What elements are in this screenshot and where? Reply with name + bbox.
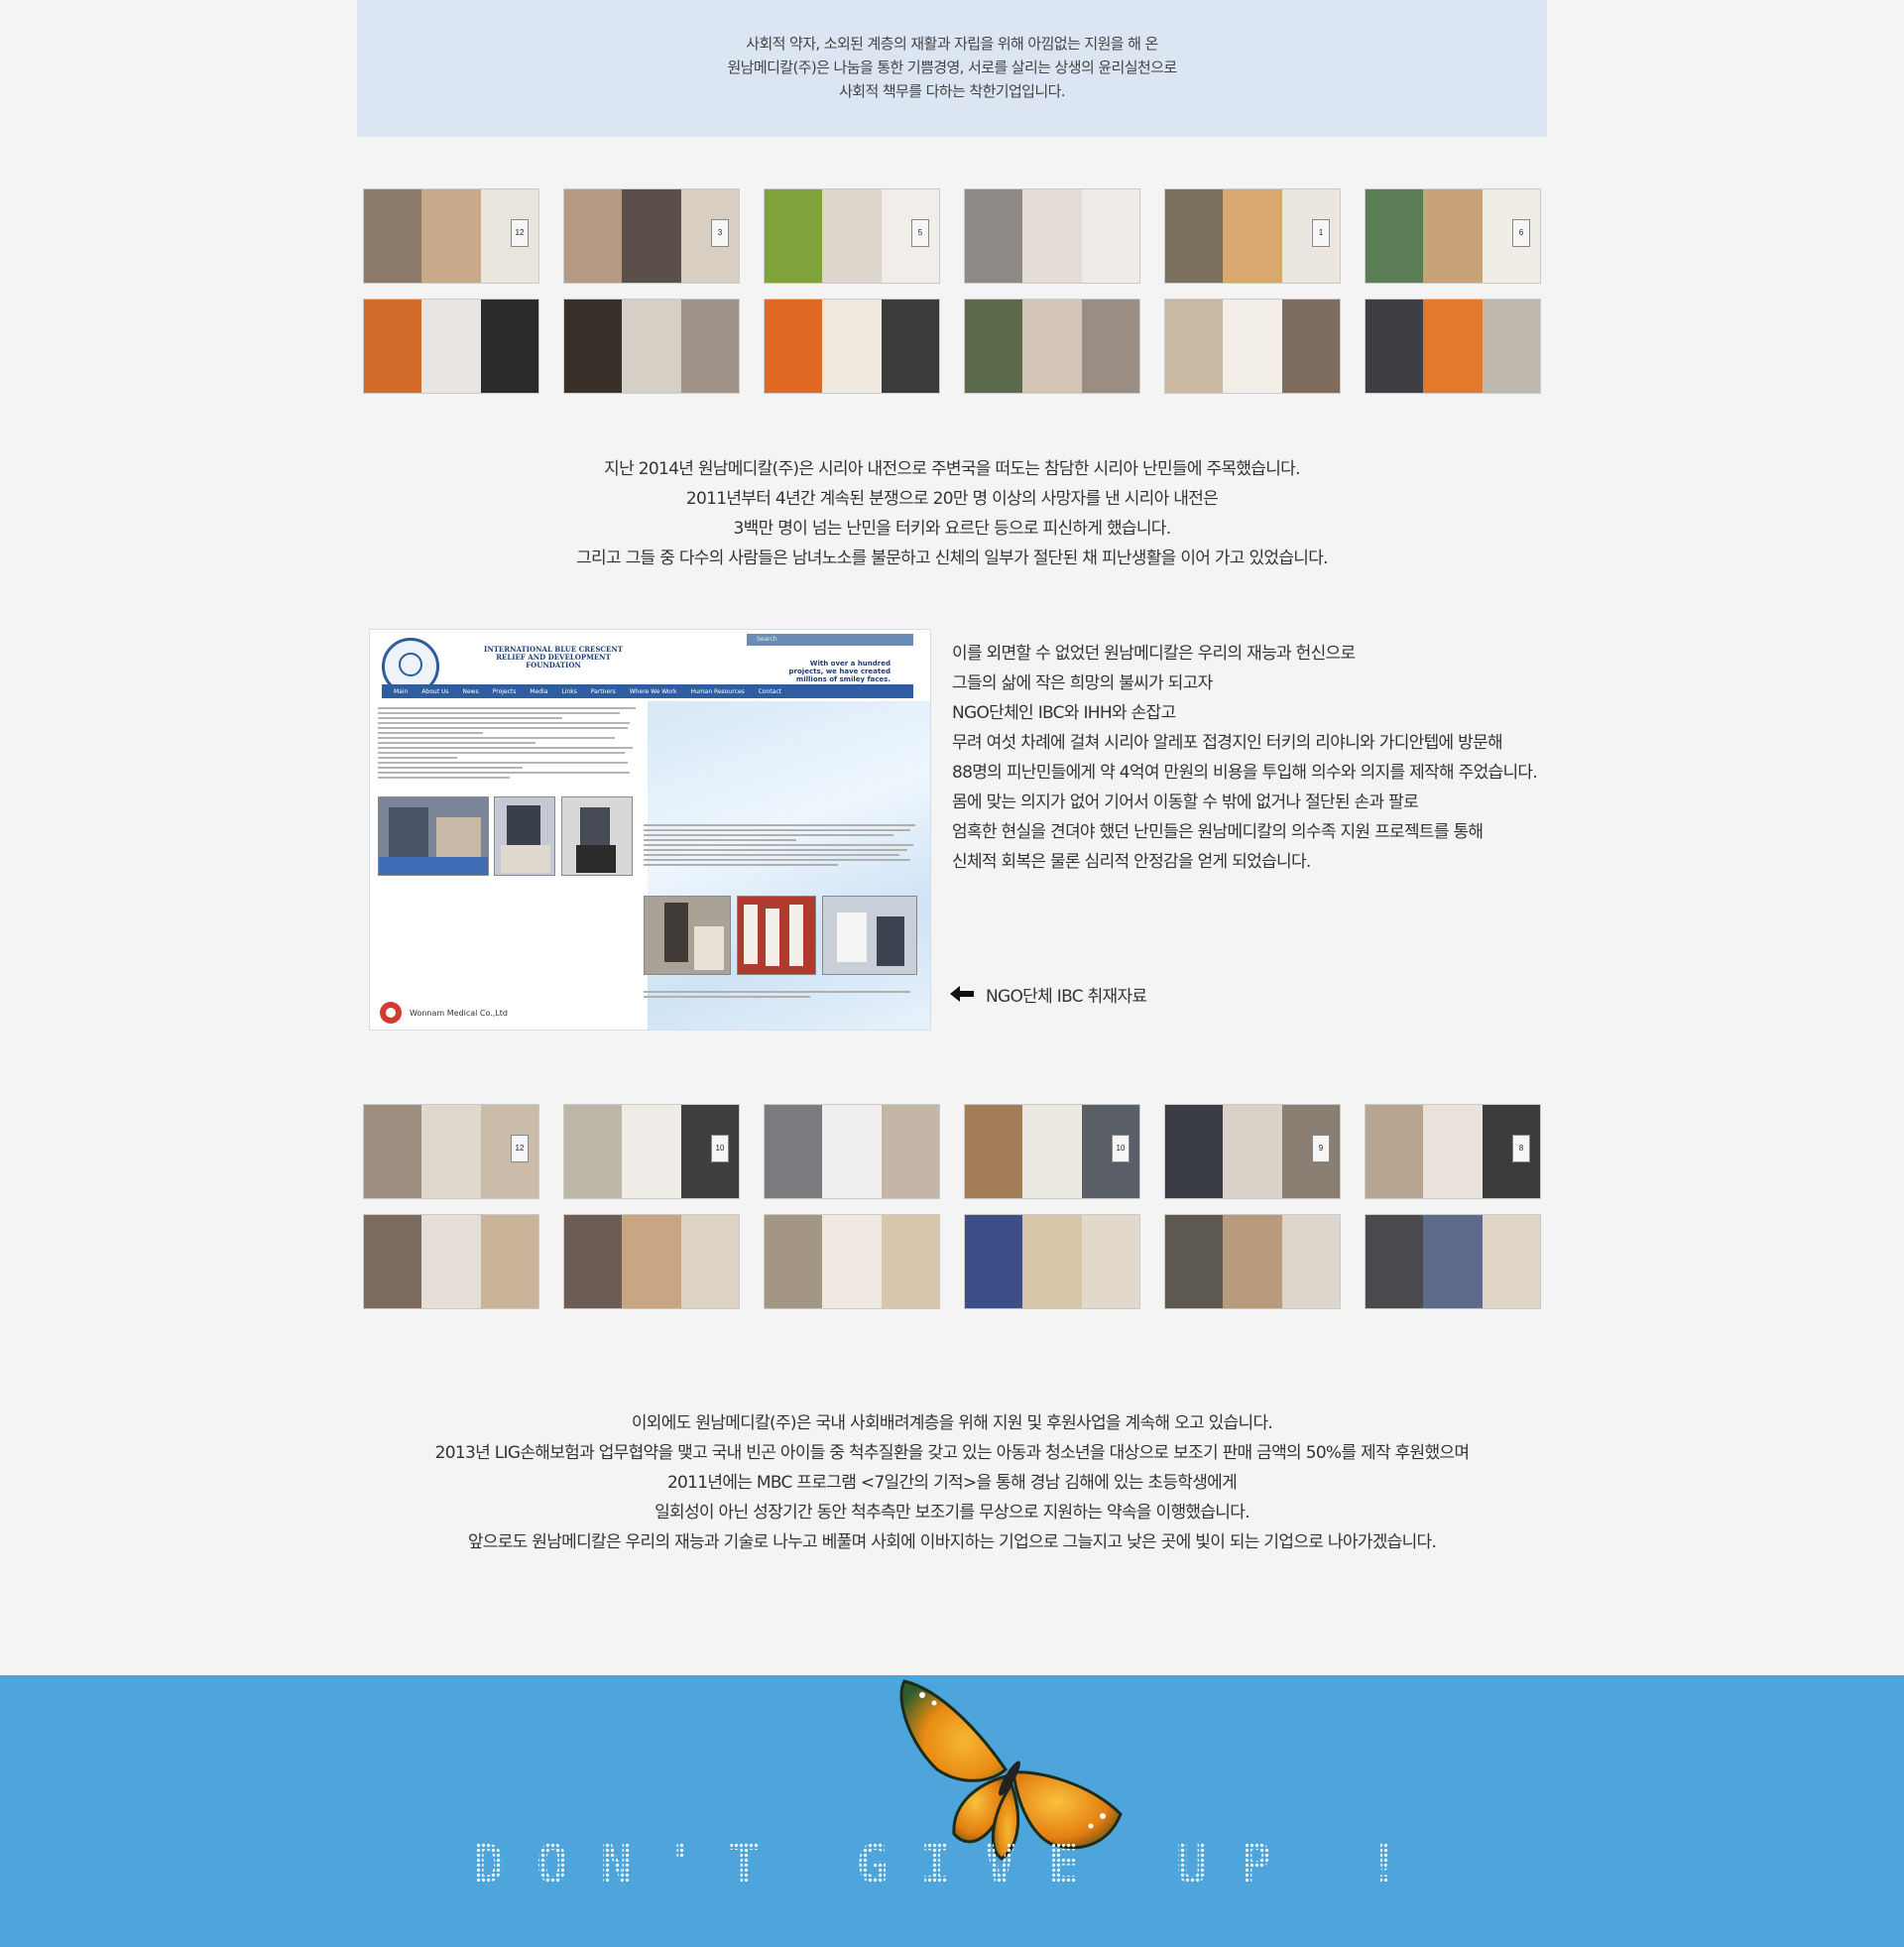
intro-line: 사회적 약자, 소외된 계층의 재활과 자립을 위해 아낌없는 지원을 해 온 [746,35,1158,53]
gallery-photo [363,299,539,394]
gallery-photo [1164,1214,1341,1309]
ngo-nav-item: Human Resources [690,687,745,695]
gallery-photo [764,1104,940,1199]
footer-brand-text: Wonnam Medical Co.,Ltd [410,1008,509,1018]
project-line: 이를 외면할 수 없었던 원남메디칼은 우리의 재능과 헌신으로 [952,644,1356,664]
ngo-nav-item: Main [394,687,409,695]
caption-text: NGO단체 IBC 취재자료 [986,986,1147,1007]
number-card: 8 [1512,1135,1530,1162]
gallery-photo: 1 [1164,188,1341,284]
ngo-nav-item: Links [561,687,577,695]
domestic-paragraph: 이외에도 원남메디칼(주)은 국내 사회배려계층을 위해 지원 및 후원사업을 … [0,1408,1904,1557]
number-card: 12 [511,219,529,247]
number-card: 10 [711,1135,729,1162]
syria-paragraph: 지난 2014년 원남메디칼(주)은 시리아 내전으로 주변국을 떠도는 참담한… [0,454,1904,573]
footer-slogan: DON'T GIVE UP ! [0,1833,1904,1895]
ngo-nav-item: Partners [590,687,616,695]
article-text-block [644,991,921,1001]
number-card: 12 [511,1135,529,1162]
footer-banner [0,1675,1904,1947]
gallery-photo [964,1214,1140,1309]
project-paragraph: 이를 외면할 수 없었던 원남메디칼은 우리의 재능과 헌신으로 그들의 삶에 … [952,639,1547,877]
arrow-left-icon [950,986,974,1002]
gallery-photo [964,188,1140,284]
number-card: 6 [1512,219,1530,247]
project-line: 엄혹한 현실을 견뎌야 했던 난민들은 원남메디칼의 의수족 지원 프로젝트를 … [952,822,1484,842]
wonnam-logo-icon [380,1002,402,1024]
photo-gallery-top: 12 3 5 1 6 [363,188,1543,394]
project-line: 그들의 삶에 작은 희망의 불씨가 되고자 [952,673,1213,693]
gallery-photo [563,299,740,394]
article-photo [561,796,633,876]
ngo-nav-item: Projects [492,687,517,695]
gallery-photo: 10 [964,1104,1140,1199]
article-photo [378,796,489,876]
domestic-line: 2011년에는 MBC 프로그램 <7일간의 기적>을 통해 경남 김해에 있는… [666,1473,1238,1493]
article-photo [822,896,917,975]
gallery-photo [764,1214,940,1309]
gallery-photo: 12 [363,188,539,284]
domestic-line: 2013년 LIG손해보험과 업무협약을 맺고 국내 빈곤 아이들 중 척추질환… [434,1443,1470,1463]
article-photo [644,896,731,975]
photo-gallery-bottom: 12 10 10 9 8 [363,1104,1543,1309]
gallery-photo: 10 [563,1104,740,1199]
project-line: 몸에 맞는 의지가 없어 기어서 이동할 수 밖에 없거나 절단된 손과 팔로 [952,792,1419,812]
syria-line: 지난 2014년 원남메디칼(주)은 시리아 내전으로 주변국을 떠도는 참담한… [604,459,1300,479]
gallery-photo [363,1214,539,1309]
article-text-block [644,824,921,869]
article-photo [737,896,816,975]
number-card: 9 [1312,1135,1330,1162]
gallery-photo [764,299,940,394]
ngo-screenshot-footer: Wonnam Medical Co.,Ltd [380,1002,508,1024]
project-line: 88명의 피난민들에게 약 4억여 만원의 비용을 투입해 의수와 의지를 제작… [952,763,1538,783]
gallery-photo [964,299,1140,394]
syria-line: 2011년부터 4년간 계속된 분쟁으로 20만 명 이상의 사망자를 낸 시리… [685,489,1219,509]
project-line: 신체적 회복은 물론 심리적 안정감을 얻게 되었습니다. [952,852,1311,872]
gallery-photo [1365,299,1541,394]
number-card: 5 [911,219,929,247]
number-card: 10 [1112,1135,1130,1162]
project-line: 무려 여섯 차례에 걸쳐 시리아 알레포 접경지인 터키의 리야니와 가디안텝에… [952,733,1503,753]
domestic-line: 일회성이 아닌 성장기간 동안 척추측만 보조기를 무상으로 지원하는 약속을 … [654,1503,1250,1522]
intro-box: 사회적 약자, 소외된 계층의 재활과 자립을 위해 아낌없는 지원을 해 온 … [357,0,1547,137]
gallery-photo: 6 [1365,188,1541,284]
ngo-nav-item: Contact [758,687,782,695]
domestic-line: 이외에도 원남메디칼(주)은 국내 사회배려계층을 위해 지원 및 후원사업을 … [631,1413,1273,1433]
gallery-photo [1365,1214,1541,1309]
intro-line: 원남메디칼(주)은 나눔을 통한 기쁨경영, 서로를 살리는 상생의 윤리실천으… [727,59,1177,76]
ngo-search-box: Search [747,634,913,646]
ngo-tagline: With over a hundred projects, we have cr… [788,660,891,683]
syria-line: 그리고 그들 중 다수의 사람들은 남녀노소를 불문하고 신체의 일부가 절단된… [576,548,1328,568]
ngo-site-title: INTERNATIONAL BLUE CRESCENT RELIEF AND D… [484,645,623,669]
number-card: 1 [1312,219,1330,247]
number-card: 3 [711,219,729,247]
article-text-block [378,707,641,782]
gallery-photo: 8 [1365,1104,1541,1199]
ngo-nav-item: About Us [421,687,449,695]
gallery-photo: 9 [1164,1104,1341,1199]
article-photo [494,796,555,876]
ngo-site-header: INTERNATIONAL BLUE CRESCENT RELIEF AND D… [370,630,930,701]
ngo-nav-item: Where We Work [629,687,677,695]
ngo-nav-item: News [462,687,479,695]
project-line: NGO단체인 IBC와 IHH와 손잡고 [952,703,1176,723]
gallery-photo: 3 [563,188,740,284]
ngo-nav-bar: Main About Us News Projects Media Links Partne… [382,684,913,698]
ngo-nav-item: Media [530,687,548,695]
intro-line: 사회적 책무를 다하는 착한기업입니다. [839,82,1065,100]
ngo-article-screenshot: INTERNATIONAL BLUE CRESCENT RELIEF AND D… [369,629,931,1031]
gallery-photo: 5 [764,188,940,284]
screenshot-caption: NGO단체 IBC 취재자료 [950,979,1147,1009]
domestic-line: 앞으로도 원남메디칼은 우리의 재능과 기술로 나누고 베풀며 사회에 이바지하… [467,1532,1437,1552]
gallery-photo [563,1214,740,1309]
gallery-photo [1164,299,1341,394]
gallery-photo: 12 [363,1104,539,1199]
syria-line: 3백만 명이 넘는 난민을 터키와 요르단 등으로 피신하게 했습니다. [733,519,1172,539]
